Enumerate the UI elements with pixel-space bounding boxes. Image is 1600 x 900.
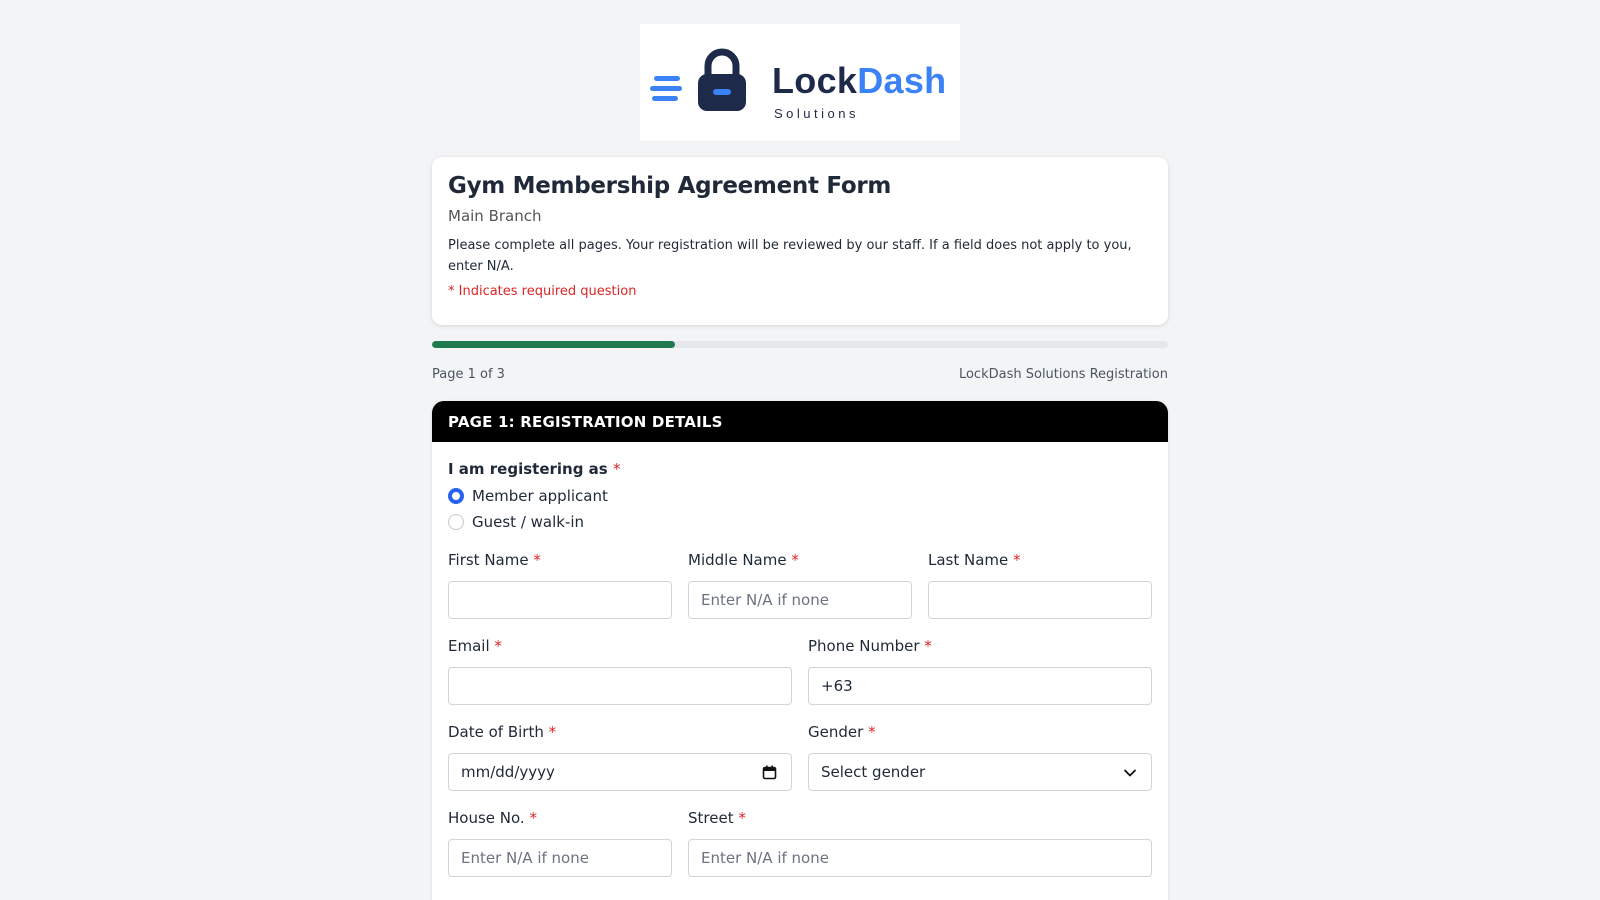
form-description: Please complete all pages. Your registra… [448, 238, 1132, 274]
last-name-field: Last Name * [928, 551, 1152, 619]
registration-label: LockDash Solutions Registration [958, 367, 1168, 382]
logo-word-accent: Dash [857, 60, 947, 101]
radio-label-guest: Guest / walk-in [472, 513, 585, 531]
dob-input[interactable]: mm/dd/yyyy [448, 753, 792, 791]
first-name-label: First Name * [448, 551, 672, 569]
radio-checked-icon[interactable] [448, 488, 464, 504]
logo-word-primary: Lock [772, 60, 858, 101]
required-asterisk: * [612, 460, 621, 478]
required-asterisk: * [494, 637, 502, 655]
gender-select[interactable]: Select gender [808, 753, 1152, 791]
required-asterisk: * [1013, 551, 1021, 569]
page-indicator: Page 1 of 3 [432, 367, 505, 382]
required-note: * Indicates required question [448, 284, 637, 299]
radio-option-member[interactable]: Member applicant [448, 487, 1152, 505]
required-asterisk: * [924, 637, 932, 655]
logo-wordmark: LockDash [772, 60, 946, 102]
required-asterisk: * [868, 723, 876, 741]
branch-label: Main Branch [448, 207, 542, 225]
street-label-text: Street [688, 809, 734, 827]
gender-label: Gender * [808, 723, 1152, 741]
first-name-input[interactable] [448, 581, 672, 619]
house-no-input[interactable]: Enter N/A if none [448, 839, 672, 877]
required-asterisk: * [533, 551, 541, 569]
gender-label-text: Gender [808, 723, 864, 741]
required-asterisk: * [738, 809, 746, 827]
section-title: PAGE 1: REGISTRATION DETAILS [432, 401, 1168, 442]
gender-field: Gender * Select gender [808, 723, 1152, 791]
chevron-down-icon [1124, 769, 1136, 777]
required-asterisk: * [529, 809, 537, 827]
registering-as-label: I am registering as * [448, 460, 1152, 478]
logo-subtitle: Solutions [774, 106, 859, 121]
progress-bar [432, 341, 1168, 348]
middle-name-label-text: Middle Name [688, 551, 787, 569]
house-no-field: House No. * Enter N/A if none [448, 809, 672, 877]
calendar-icon[interactable] [762, 765, 777, 780]
phone-label-text: Phone Number [808, 637, 920, 655]
email-field: Email * [448, 637, 792, 705]
form-header-card: Gym Membership Agreement Form Main Branc… [432, 157, 1168, 325]
first-name-field: First Name * [448, 551, 672, 619]
first-name-label-text: First Name [448, 551, 529, 569]
house-no-label-text: House No. [448, 809, 525, 827]
last-name-label-text: Last Name [928, 551, 1009, 569]
phone-field: Phone Number * +63 [808, 637, 1152, 705]
email-input[interactable] [448, 667, 792, 705]
dob-label-text: Date of Birth [448, 723, 544, 741]
radio-unchecked-icon[interactable] [448, 514, 464, 530]
dob-value: mm/dd/yyyy [461, 763, 555, 781]
phone-label: Phone Number * [808, 637, 1152, 655]
middle-name-label: Middle Name * [688, 551, 912, 569]
radio-label-member: Member applicant [472, 487, 608, 505]
company-logo: LockDash Solutions [640, 24, 960, 141]
last-name-label: Last Name * [928, 551, 1152, 569]
menu-lines-icon [650, 76, 682, 106]
dob-label: Date of Birth * [448, 723, 792, 741]
phone-input[interactable]: +63 [808, 667, 1152, 705]
street-label: Street * [688, 809, 1152, 827]
dob-field: Date of Birth * mm/dd/yyyy [448, 723, 792, 791]
street-field: Street * Enter N/A if none [688, 809, 1152, 877]
registering-as-text: I am registering as [448, 460, 608, 478]
padlock-icon [698, 48, 746, 111]
gender-selected-value: Select gender [821, 763, 926, 781]
registration-section: PAGE 1: REGISTRATION DETAILS I am regist… [432, 401, 1168, 900]
email-label: Email * [448, 637, 792, 655]
radio-option-guest[interactable]: Guest / walk-in [448, 513, 1152, 531]
required-asterisk: * [548, 723, 557, 741]
last-name-input[interactable] [928, 581, 1152, 619]
progress-fill [432, 341, 675, 348]
required-asterisk: * [791, 551, 799, 569]
house-no-label: House No. * [448, 809, 672, 827]
street-input[interactable]: Enter N/A if none [688, 839, 1152, 877]
middle-name-input[interactable]: Enter N/A if none [688, 581, 912, 619]
middle-name-field: Middle Name * Enter N/A if none [688, 551, 912, 619]
email-label-text: Email [448, 637, 490, 655]
form-title: Gym Membership Agreement Form [448, 173, 892, 199]
